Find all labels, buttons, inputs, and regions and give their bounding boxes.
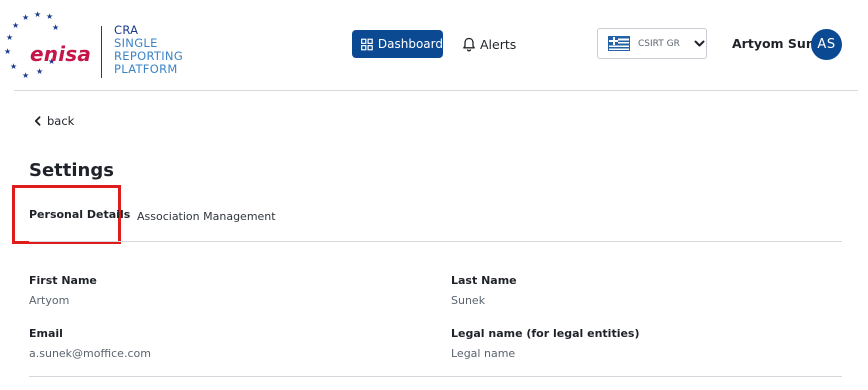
csirt-selector[interactable]: CSIRT GR [597,28,707,59]
first-name-value: Artyom [29,294,70,307]
legal-name-value: Legal name [451,347,516,360]
tab-personal-details[interactable]: Personal Details [12,185,130,244]
csirt-selected-value: CSIRT GR [638,38,680,49]
alerts-label: Alerts [480,36,517,52]
logo-wordmark: enisa [30,42,92,66]
platform-line-platform: PLATFORM [114,62,178,76]
first-name-label: First Name [29,274,97,287]
star-icon: ★ [12,21,20,30]
avatar[interactable]: AS [811,29,842,60]
last-name-value: Sunek [451,294,486,307]
bell-icon [463,37,475,51]
logo-divider [101,26,102,78]
back-link[interactable]: back [34,114,74,128]
dashboard-button[interactable]: Dashboard [352,30,443,58]
email-value: a.sunek@moffice.com [29,347,151,360]
star-icon: ★ [4,47,12,56]
star-icon: ★ [34,10,42,19]
star-icon: ★ [46,12,54,21]
legal-name-label: Legal name (for legal entities) [451,327,640,340]
dashboard-label: Dashboard [377,37,443,51]
chevron-left-icon [34,116,41,126]
header-divider [14,90,858,91]
section-divider [29,376,842,377]
tabs-divider [29,241,842,242]
alerts-button[interactable]: Alerts [462,30,516,58]
tab-association-management[interactable]: Association Management [137,210,276,223]
last-name-label: Last Name [451,274,517,287]
star-icon: ★ [10,62,18,71]
email-label: Email [29,327,63,340]
chevron-down-icon [694,40,705,46]
platform-name: CRA SINGLE REPORTING PLATFORM [114,24,183,76]
star-icon: ★ [22,13,30,22]
star-icon: ★ [52,23,60,32]
dashboard-grid-icon [361,38,373,50]
enisa-logo[interactable]: ★ ★ ★ ★ ★ ★ ★ ★ ★ ★ ★ enisa [4,10,98,88]
star-icon: ★ [22,71,30,80]
back-label: back [47,114,75,128]
page-title: Settings [29,160,114,181]
header: ★ ★ ★ ★ ★ ★ ★ ★ ★ ★ ★ enisa CRA SINGLE R… [0,0,868,92]
star-icon: ★ [6,33,14,42]
greece-flag-icon [608,36,630,51]
star-icon: ★ [36,67,44,76]
